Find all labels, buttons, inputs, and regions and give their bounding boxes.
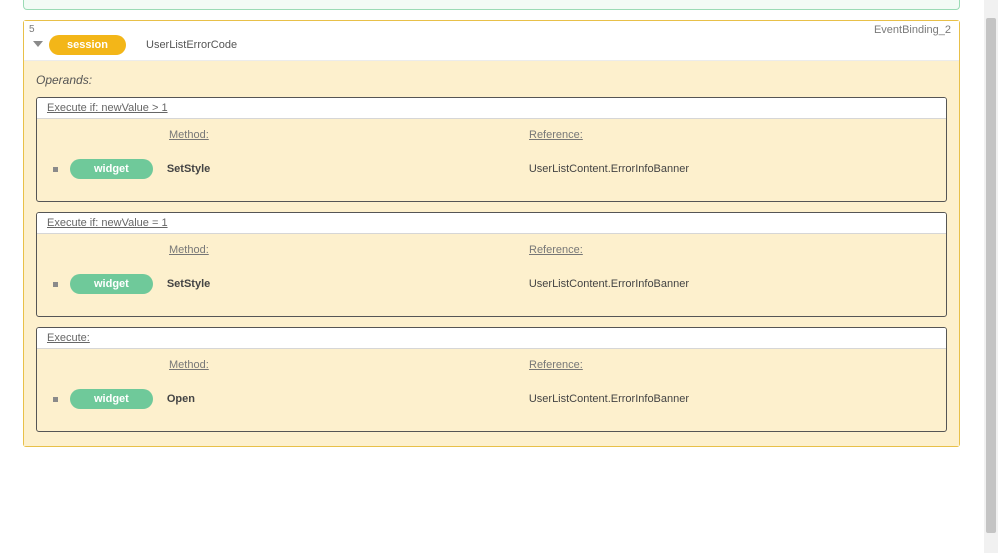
execute-body: Method: Reference: widget Open UserListC… — [37, 349, 946, 431]
widget-pill[interactable]: widget — [70, 274, 153, 294]
previous-block-bottom — [23, 0, 960, 10]
panel-index: 5 — [29, 24, 35, 35]
execute-body: Method: Reference: widget SetStyle UserL… — [37, 234, 946, 316]
method-column-label: Method: — [169, 359, 529, 371]
operand-row: widget SetStyle UserListContent.ErrorInf… — [49, 274, 934, 294]
reference-value: UserListContent.ErrorInfoBanner — [529, 393, 689, 405]
widget-pill[interactable]: widget — [70, 389, 153, 409]
method-column-label: Method: — [169, 244, 529, 256]
widget-pill[interactable]: widget — [70, 159, 153, 179]
scrollbar-track[interactable] — [984, 0, 998, 553]
panel-id-label: EventBinding_2 — [874, 24, 951, 36]
expand-caret-icon[interactable] — [33, 41, 43, 47]
execute-body: Method: Reference: widget SetStyle UserL… — [37, 119, 946, 201]
bullet-icon — [53, 167, 58, 172]
method-column-label: Method: — [169, 129, 529, 141]
method-value: SetStyle — [167, 163, 529, 175]
reference-value: UserListContent.ErrorInfoBanner — [529, 163, 689, 175]
column-labels: Method: Reference: — [49, 129, 934, 141]
execute-group: Execute if: newValue = 1 Method: Referen… — [36, 212, 947, 317]
panel-body: Operands: Execute if: newValue > 1 Metho… — [24, 61, 959, 446]
reference-column-label: Reference: — [529, 129, 583, 141]
reference-value: UserListContent.ErrorInfoBanner — [529, 278, 689, 290]
scrollbar-thumb[interactable] — [986, 18, 996, 533]
session-pill[interactable]: session — [49, 35, 126, 55]
reference-column-label: Reference: — [529, 359, 583, 371]
operands-label: Operands: — [36, 73, 947, 87]
bullet-icon — [53, 397, 58, 402]
binding-title: UserListErrorCode — [146, 39, 237, 51]
column-labels: Method: Reference: — [49, 359, 934, 371]
method-value: SetStyle — [167, 278, 529, 290]
reference-column-label: Reference: — [529, 244, 583, 256]
panel-header: 5 EventBinding_2 session UserListErrorCo… — [24, 21, 959, 61]
event-binding-panel: 5 EventBinding_2 session UserListErrorCo… — [23, 20, 960, 447]
execute-condition[interactable]: Execute if: newValue > 1 — [37, 98, 946, 119]
operand-row: widget Open UserListContent.ErrorInfoBan… — [49, 389, 934, 409]
execute-group: Execute if: newValue > 1 Method: Referen… — [36, 97, 947, 202]
operand-row: widget SetStyle UserListContent.ErrorInf… — [49, 159, 934, 179]
execute-condition[interactable]: Execute: — [37, 328, 946, 349]
bullet-icon — [53, 282, 58, 287]
execute-group: Execute: Method: Reference: widget Open … — [36, 327, 947, 432]
method-value: Open — [167, 393, 529, 405]
execute-condition[interactable]: Execute if: newValue = 1 — [37, 213, 946, 234]
column-labels: Method: Reference: — [49, 244, 934, 256]
viewport: 5 EventBinding_2 session UserListErrorCo… — [0, 0, 998, 553]
